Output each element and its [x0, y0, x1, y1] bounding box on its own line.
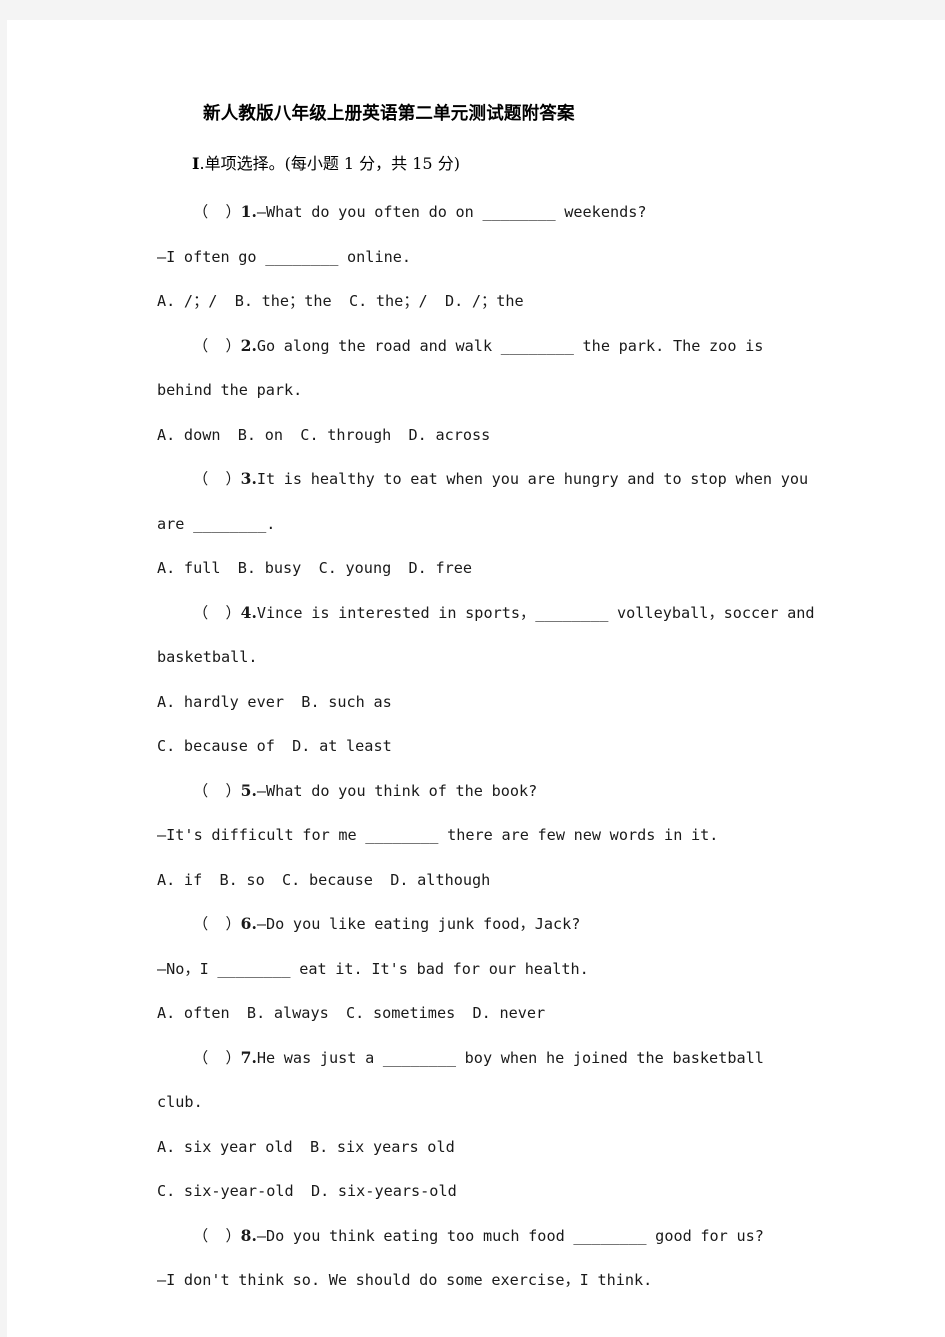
answer-bracket[interactable]: （ ）	[193, 203, 241, 221]
question-number: 5.	[240, 780, 257, 800]
question-line: —I don't think so. We should do some exe…	[157, 1271, 653, 1289]
question-number: 7.	[240, 1047, 257, 1067]
question-stem: （ ）5.—What do you think of the book?	[7, 769, 945, 814]
question-line: A. often B. always C. sometimes D. never	[157, 1004, 546, 1022]
question-line: A. if B. so C. because D. although	[157, 870, 491, 889]
question-text: It is healthy to eat when you are hungry…	[157, 470, 817, 533]
question-text: —Do you like eating junk food，Jack?	[256, 915, 581, 933]
answer-bracket[interactable]: （ ）	[193, 470, 241, 488]
question-text: —Do you think eating too much food _____…	[256, 1226, 764, 1245]
answer-bracket[interactable]: （ ）	[193, 1227, 241, 1245]
answer-bracket[interactable]: （ ）	[193, 1049, 241, 1067]
question-text: —What do you often do on ________ weeken…	[256, 203, 647, 221]
question-text: Vince is interested in sports，________ v…	[157, 603, 824, 667]
question-stem: （ ）8.—Do you think eating too much food …	[7, 1214, 945, 1259]
document-page: 新人教版八年级上册英语第二单元测试题附答案 Ⅰ.单项选择。(每小题 1 分，共 …	[7, 20, 945, 1337]
answer-bracket[interactable]: （ ）	[193, 337, 241, 355]
question-text: —What do you think of the book?	[256, 781, 538, 800]
question-number: 8.	[240, 1225, 257, 1245]
question-line: A. /；/ B. the；the C. the；/ D. /；the	[157, 292, 524, 310]
question-number: 1.	[240, 202, 257, 221]
section-label: .单项选择。(每小题 1 分，共 15 分)	[199, 154, 460, 173]
answer-bracket[interactable]: （ ）	[193, 604, 241, 622]
answer-bracket[interactable]: （ ）	[193, 915, 241, 933]
question-number: 3.	[240, 469, 257, 488]
question-line: —It's difficult for me ________ there ar…	[157, 826, 719, 844]
question-number: 2.	[240, 335, 257, 355]
question-line: C. six-year-old D. six-years-old	[157, 1182, 457, 1200]
page-title: 新人教版八年级上册英语第二单元测试题附答案	[203, 104, 575, 124]
answer-bracket[interactable]: （ ）	[193, 782, 241, 800]
question-line: C. because of D. at least	[157, 737, 392, 755]
question-line: —No，I ________ eat it. It's bad for our …	[157, 959, 589, 978]
question-line: A. hardly ever B. such as	[157, 692, 392, 711]
section-heading: Ⅰ.单项选择。(每小题 1 分，共 15 分)	[7, 125, 945, 174]
question-stem: （ ）7.He was just a ________ boy when he …	[7, 1036, 945, 1125]
question-line: A. six year old B. six years old	[157, 1137, 455, 1156]
question-stem: （ ）4.Vince is interested in sports，_____…	[7, 591, 945, 680]
question-stem: （ ）1.—What do you often do on ________ w…	[7, 190, 945, 235]
question-line: A. down B. on C. through D. across	[157, 425, 491, 444]
question-number: 4.	[240, 602, 257, 622]
question-stem: （ ）6.—Do you like eating junk food，Jack?	[7, 902, 945, 947]
questions-list: （ ）1.—What do you often do on ________ w…	[7, 174, 945, 1303]
question-stem: （ ）2.Go along the road and walk ________…	[7, 324, 945, 413]
question-line: —I often go ________ online.	[157, 247, 412, 266]
question-number: 6.	[240, 914, 257, 933]
question-line: A. full B. busy C. young D. free	[157, 559, 473, 577]
question-stem: （ ）3.It is healthy to eat when you are h…	[7, 457, 945, 546]
